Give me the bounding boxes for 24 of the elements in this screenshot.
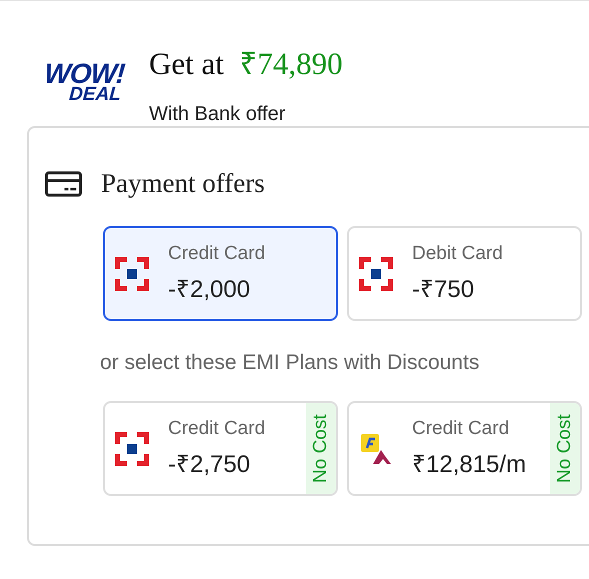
offer-card[interactable]: Debit Card -₹750 — [347, 226, 582, 321]
emi-heading: or select these EMI Plans with Discounts — [100, 351, 480, 375]
deal-price: Get at ₹74,890 — [149, 45, 343, 83]
bank-logo-icon — [115, 256, 149, 290]
section-title: Payment offers — [101, 168, 265, 199]
credit-card-icon — [45, 170, 82, 196]
deal-logo: WOW! DEAL — [42, 61, 126, 108]
card-type-label: Credit Card — [168, 243, 266, 265]
bank-logo-icon — [359, 432, 393, 466]
discount-amount: -₹2,750 — [168, 450, 252, 479]
discount-amount: -₹2,000 — [168, 275, 252, 304]
discount-amount: ₹12,815/m — [412, 450, 528, 479]
bank-logo-icon — [359, 256, 393, 290]
offer-card[interactable]: Credit Card -₹2,000 — [103, 226, 338, 321]
card-type-label: Debit Card — [412, 243, 504, 265]
card-type-label: Credit Card — [168, 418, 266, 440]
no-cost-tag: No Cost — [306, 403, 336, 494]
card-type-label: Credit Card — [412, 418, 510, 440]
offer-card[interactable]: Credit Card -₹2,750 No Cost — [103, 401, 338, 496]
discount-amount: -₹750 — [412, 275, 476, 304]
no-cost-tag: No Cost — [550, 403, 580, 494]
deal-subtitle: With Bank offer — [149, 103, 286, 126]
offer-card[interactable]: Credit Card ₹12,815/m No Cost — [347, 401, 582, 496]
bank-logo-icon — [115, 432, 149, 466]
